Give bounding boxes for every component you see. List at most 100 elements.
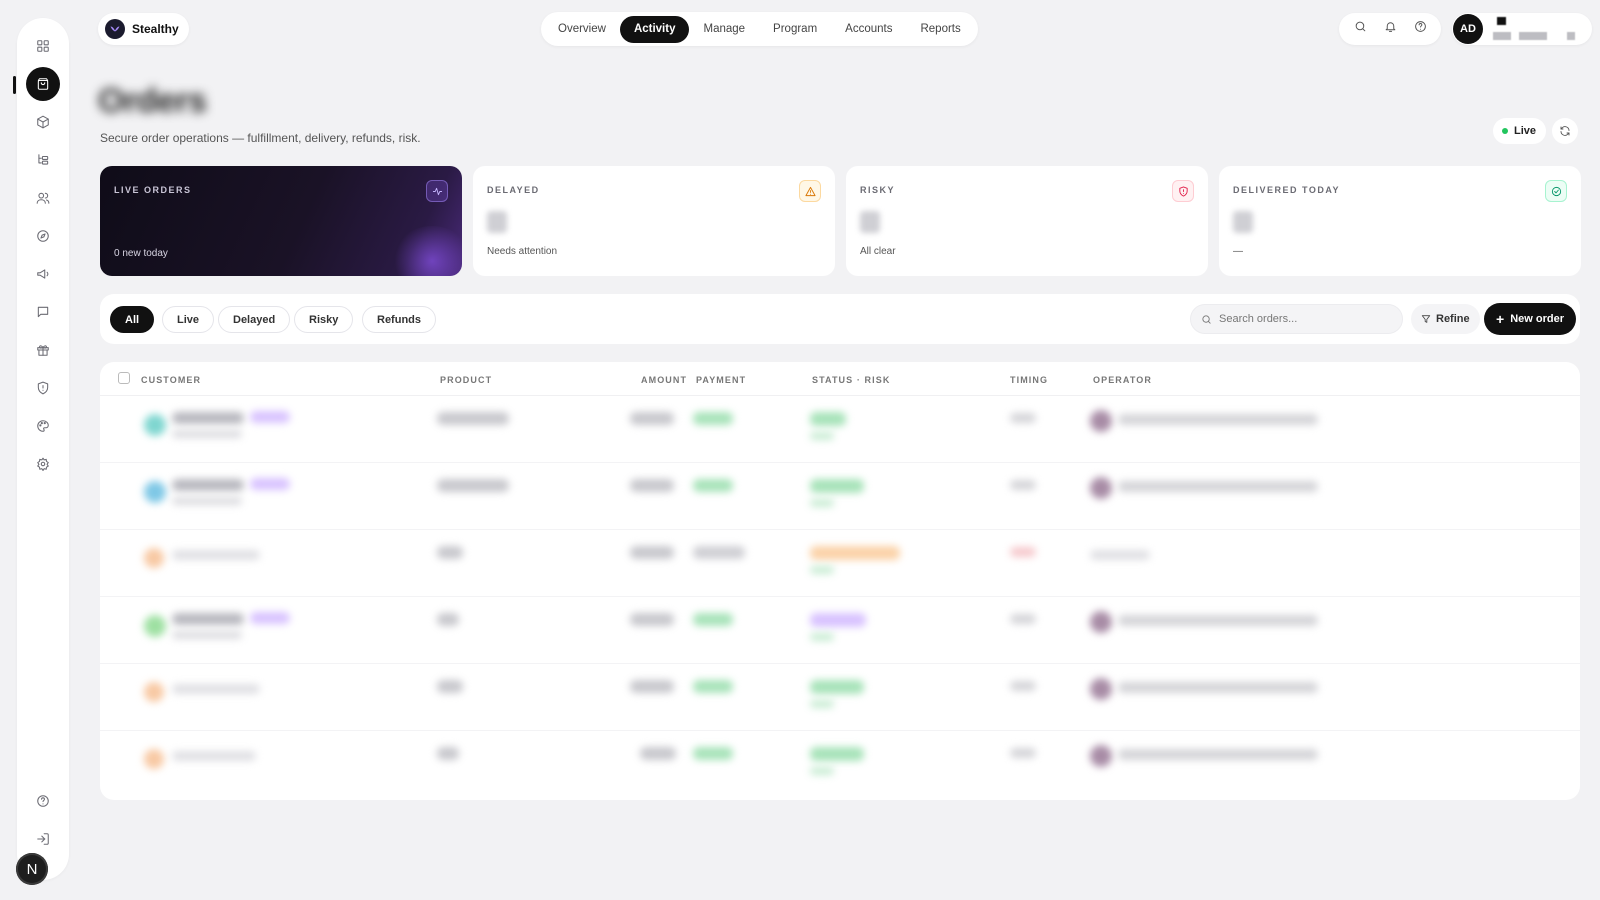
customer-name-redacted xyxy=(172,479,244,491)
customer-avatar xyxy=(144,481,166,503)
settings-icon[interactable] xyxy=(26,447,60,481)
help-circle-icon[interactable] xyxy=(1414,20,1427,38)
megaphone-icon[interactable] xyxy=(26,257,60,291)
product-redacted xyxy=(437,680,463,693)
risk-redacted xyxy=(810,767,834,775)
status-redacted xyxy=(810,546,900,560)
col-product[interactable]: PRODUCT xyxy=(440,375,492,385)
user-menu[interactable]: AD xyxy=(1452,13,1592,45)
stat-card-delayed[interactable]: DELAYED Needs attention xyxy=(473,166,835,276)
new-order-button[interactable]: + New order xyxy=(1484,303,1576,335)
filter-chip-risky[interactable]: Risky xyxy=(294,306,354,333)
refine-button[interactable]: Refine xyxy=(1411,304,1480,334)
user-info-redacted xyxy=(1483,14,1592,44)
filter-chip-refunds[interactable]: Refunds xyxy=(362,306,436,333)
refresh-button[interactable] xyxy=(1552,118,1578,144)
filter-chip-delayed[interactable]: Delayed xyxy=(218,306,291,333)
col-payment[interactable]: PAYMENT xyxy=(696,375,746,385)
gift-icon[interactable] xyxy=(26,333,60,367)
timing-redacted xyxy=(1010,748,1036,758)
stat-sub: All clear xyxy=(860,246,896,257)
col-amount[interactable]: AMOUNT xyxy=(641,375,687,385)
page-title: Orders xyxy=(98,82,207,120)
tab-overview[interactable]: Overview xyxy=(544,16,620,43)
col-timing[interactable]: TIMING xyxy=(1010,375,1048,385)
customer-name-redacted xyxy=(172,550,260,560)
col-customer[interactable]: CUSTOMER xyxy=(141,375,201,385)
risk-redacted xyxy=(810,700,834,708)
filter-chip-all[interactable]: All xyxy=(110,306,155,333)
stat-card-delivered[interactable]: DELIVERED TODAY — xyxy=(1219,166,1581,276)
stat-sub: 0 new today xyxy=(114,248,168,259)
customer-avatar xyxy=(144,682,164,702)
plus-icon: + xyxy=(1496,311,1505,327)
operator-redacted xyxy=(1118,414,1318,425)
tab-manage[interactable]: Manage xyxy=(689,16,759,43)
search-input[interactable] xyxy=(1219,313,1389,325)
stat-card-live-orders[interactable]: LIVE ORDERS 0 new today xyxy=(100,166,462,276)
amount-redacted xyxy=(630,613,674,626)
payment-redacted xyxy=(693,747,733,760)
main-nav: Overview Activity Manage Program Account… xyxy=(541,12,978,46)
customer-avatar xyxy=(144,548,164,568)
tab-accounts[interactable]: Accounts xyxy=(831,16,906,43)
stat-value-redacted xyxy=(860,211,880,233)
product-redacted xyxy=(437,546,463,559)
toolbar xyxy=(1339,13,1441,45)
filter-icon xyxy=(1421,315,1431,323)
tab-activity[interactable]: Activity xyxy=(619,15,690,43)
customer-name-redacted xyxy=(172,412,244,424)
stat-label: DELIVERED TODAY xyxy=(1233,185,1341,195)
operator-redacted xyxy=(1118,481,1318,492)
stat-sub: — xyxy=(1233,246,1243,257)
operator-redacted xyxy=(1118,682,1318,693)
operator-redacted xyxy=(1090,550,1150,560)
amount-redacted xyxy=(630,546,674,559)
table-row[interactable] xyxy=(100,664,1580,731)
col-status-risk[interactable]: STATUS · RISK xyxy=(812,375,890,385)
status-redacted xyxy=(810,680,864,694)
orders-table: CUSTOMER PRODUCT AMOUNT PAYMENT STATUS ·… xyxy=(100,362,1580,800)
status-redacted xyxy=(810,479,864,493)
stat-label: DELAYED xyxy=(487,185,540,195)
col-operator[interactable]: OPERATOR xyxy=(1093,375,1152,385)
users-icon[interactable] xyxy=(26,181,60,215)
table-row[interactable] xyxy=(100,731,1580,798)
table-row[interactable] xyxy=(100,530,1580,597)
search-icon[interactable] xyxy=(1354,20,1367,38)
hierarchy-icon[interactable] xyxy=(26,143,60,177)
live-label: Live xyxy=(1514,125,1537,137)
stat-card-risky[interactable]: RISKY All clear xyxy=(846,166,1208,276)
table-row[interactable] xyxy=(100,597,1580,664)
search-box xyxy=(1190,304,1403,334)
palette-icon[interactable] xyxy=(26,409,60,443)
bell-icon[interactable] xyxy=(1384,20,1397,38)
amount-redacted xyxy=(640,747,676,760)
package-icon[interactable] xyxy=(26,105,60,139)
compass-icon[interactable] xyxy=(26,219,60,253)
filter-chip-live[interactable]: Live xyxy=(162,306,215,333)
workspace-avatar[interactable]: N xyxy=(16,853,48,885)
shield-icon[interactable] xyxy=(26,371,60,405)
amount-redacted xyxy=(630,680,674,693)
select-all-checkbox[interactable] xyxy=(118,372,130,384)
logout-icon[interactable] xyxy=(26,822,60,856)
filter-bar: All Live Delayed Risky Refunds Refine + … xyxy=(100,294,1580,344)
tab-program[interactable]: Program xyxy=(759,16,831,43)
message-icon[interactable] xyxy=(26,295,60,329)
operator-redacted xyxy=(1118,615,1318,626)
customer-avatar xyxy=(144,615,166,637)
table-row[interactable] xyxy=(100,463,1580,530)
live-indicator[interactable]: Live xyxy=(1493,118,1547,144)
tag-redacted xyxy=(250,478,290,490)
table-row[interactable] xyxy=(100,396,1580,463)
operator-avatar xyxy=(1090,745,1112,767)
grid-icon[interactable] xyxy=(26,29,60,63)
brand[interactable]: Stealthy xyxy=(98,13,189,45)
shopping-bag-icon[interactable] xyxy=(26,67,60,101)
help-icon[interactable] xyxy=(26,784,60,818)
tab-reports[interactable]: Reports xyxy=(906,16,974,43)
risk-redacted xyxy=(810,566,834,574)
operator-redacted xyxy=(1118,749,1318,760)
check-circle-icon xyxy=(1545,180,1567,202)
